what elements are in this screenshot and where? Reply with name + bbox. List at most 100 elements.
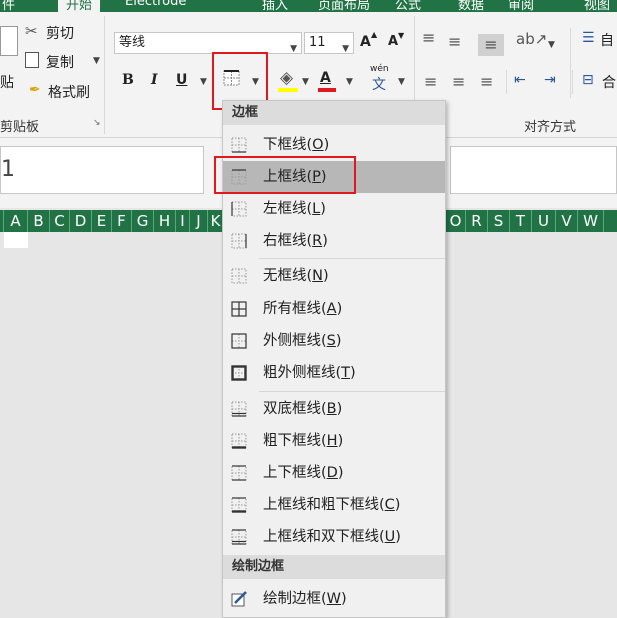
column-header[interactable]: S: [488, 210, 510, 232]
menu-item-accelerator: (S): [321, 333, 342, 349]
column-header[interactable]: T: [510, 210, 532, 232]
wrap-text-label[interactable]: 自: [600, 30, 614, 50]
align-right-icon[interactable]: ≡: [480, 72, 493, 91]
menu-item-accelerator: (R): [306, 233, 328, 249]
middle-align-icon[interactable]: ≡: [448, 32, 461, 51]
copy-icon[interactable]: [25, 52, 39, 68]
format-painter-button[interactable]: 格式刷: [48, 82, 90, 102]
menu-item-right-border[interactable]: 右框线(R): [223, 225, 445, 257]
phonetic-guide-button[interactable]: 文: [372, 74, 386, 94]
menu-item-top-thick-bottom-border[interactable]: 上框线和粗下框线(C): [223, 489, 445, 521]
font-name-combobox[interactable]: 等线 ▼: [114, 32, 302, 54]
paste-label[interactable]: 贴: [0, 72, 14, 92]
menu-item-left-border[interactable]: 左框线(L): [223, 193, 445, 225]
all-borders-icon: [231, 301, 247, 317]
column-header[interactable]: V: [556, 210, 578, 232]
menu-section-header: 边框: [223, 101, 445, 125]
menu-item-label: 左框线(L): [263, 201, 326, 217]
column-header[interactable]: D: [70, 210, 92, 232]
cut-button[interactable]: 剪切: [46, 23, 74, 43]
decrease-indent-icon[interactable]: ⇤: [514, 72, 526, 88]
column-header[interactable]: J: [190, 210, 208, 232]
bold-button[interactable]: B: [122, 72, 134, 88]
column-header[interactable]: U: [532, 210, 556, 232]
underline-dropdown-icon[interactable]: ▼: [200, 77, 207, 87]
column-header[interactable]: C: [50, 210, 70, 232]
column-header[interactable]: F: [112, 210, 132, 232]
menu-item-no-border[interactable]: 无框线(N): [223, 260, 445, 292]
grow-font-button[interactable]: A: [360, 34, 371, 50]
tab-data[interactable]: 数据: [458, 0, 484, 12]
menu-item-all-borders[interactable]: 所有框线(A): [223, 293, 445, 325]
clipboard-launcher-icon[interactable]: ↘: [93, 118, 101, 128]
top-align-icon[interactable]: ≡: [422, 28, 435, 47]
menu-item-double-bottom-border[interactable]: 双底框线(B): [223, 393, 445, 425]
column-header[interactable]: B: [28, 210, 50, 232]
orientation-dropdown-icon[interactable]: ▼: [548, 40, 555, 50]
no-border-icon: [231, 268, 247, 284]
phonetic-pinyin: wén: [370, 64, 389, 74]
name-box-value: 1: [1, 157, 15, 182]
menu-item-top-bottom-border[interactable]: 上下框线(D): [223, 457, 445, 489]
font-name-dropdown-icon[interactable]: ▼: [290, 39, 297, 59]
font-color-dropdown-icon[interactable]: ▼: [346, 77, 353, 87]
merge-center-label[interactable]: 合: [602, 72, 616, 92]
paste-icon[interactable]: [0, 26, 18, 56]
wrap-text-icon[interactable]: ☰: [582, 30, 595, 46]
bottom-align-icon[interactable]: ≡: [478, 34, 504, 56]
align-center-icon[interactable]: ≡: [452, 72, 465, 91]
tab-formulas[interactable]: 公式: [395, 0, 421, 12]
increase-indent-icon[interactable]: ⇥: [544, 72, 556, 88]
column-header[interactable]: H: [154, 210, 176, 232]
menu-item-thick-bottom-border[interactable]: 粗下框线(H): [223, 425, 445, 457]
tab-file[interactable]: 件: [2, 0, 15, 12]
column-header[interactable]: E: [92, 210, 112, 232]
tab-insert[interactable]: 插入: [262, 0, 288, 12]
copy-dropdown-arrow[interactable]: ▼: [93, 56, 100, 66]
font-size-dropdown-icon[interactable]: ▼: [342, 39, 349, 59]
orientation-icon[interactable]: ab↗: [516, 30, 547, 48]
menu-item-outside-borders[interactable]: 外侧框线(S): [223, 325, 445, 357]
column-header[interactable]: O: [446, 210, 466, 232]
column-header[interactable]: A: [4, 210, 28, 232]
selected-item-highlight: [214, 156, 356, 194]
tab-review[interactable]: 审阅: [508, 0, 534, 12]
menu-item-top-double-bottom-border[interactable]: 上框线和双下框线(U): [223, 521, 445, 553]
tab-home[interactable]: 开始: [58, 0, 101, 12]
name-box[interactable]: 1: [0, 146, 204, 194]
fill-color-icon[interactable]: ◈: [280, 68, 293, 88]
top-double-bottom-border-icon: [231, 529, 247, 545]
menu-item-accelerator: (B): [321, 401, 343, 417]
menu-item-thick-outside-borders[interactable]: 粗外侧框线(T): [223, 357, 445, 389]
menu-item-draw-border[interactable]: 绘制边框(W): [223, 583, 445, 615]
scissors-icon[interactable]: ✂: [25, 22, 38, 40]
menu-item-accelerator: (H): [321, 433, 344, 449]
column-header[interactable]: I: [176, 210, 190, 232]
shrink-font-caret-icon: ▼: [398, 31, 405, 40]
fill-color-dropdown-icon[interactable]: ▼: [302, 77, 309, 87]
phonetic-dropdown-icon[interactable]: ▼: [398, 77, 405, 87]
italic-button[interactable]: I: [151, 72, 158, 88]
underline-button[interactable]: U: [176, 72, 187, 88]
shrink-font-button[interactable]: A: [388, 34, 398, 49]
tab-page-layout[interactable]: 页面布局: [318, 0, 370, 12]
format-painter-icon[interactable]: ✒: [29, 82, 41, 98]
menu-item-accelerator: (D): [321, 465, 344, 481]
merge-center-icon[interactable]: ⊟: [582, 72, 594, 88]
tab-electrode[interactable]: Electrode: [125, 0, 186, 9]
align-left-icon[interactable]: ≡: [424, 72, 437, 91]
column-header[interactable]: R: [466, 210, 488, 232]
menu-item-label: 上下框线(D): [263, 465, 344, 481]
cell-a1[interactable]: [4, 232, 28, 248]
formula-input[interactable]: [450, 146, 617, 194]
tab-view[interactable]: 视图: [584, 0, 610, 12]
column-header[interactable]: G: [132, 210, 154, 232]
copy-button[interactable]: 复制: [46, 52, 74, 72]
column-header[interactable]: W: [578, 210, 604, 232]
font-color-button[interactable]: A: [320, 70, 331, 86]
ribbon-tab-strip: 件 开始 Electrode 插入 页面布局 公式 数据 审阅 视图: [0, 0, 617, 12]
font-size-combobox[interactable]: 11 ▼: [304, 32, 354, 54]
thick-outside-borders-icon: [231, 365, 247, 381]
menu-item-label: 所有框线(A): [263, 301, 343, 317]
clipboard-group-label: 剪贴板: [0, 120, 40, 135]
